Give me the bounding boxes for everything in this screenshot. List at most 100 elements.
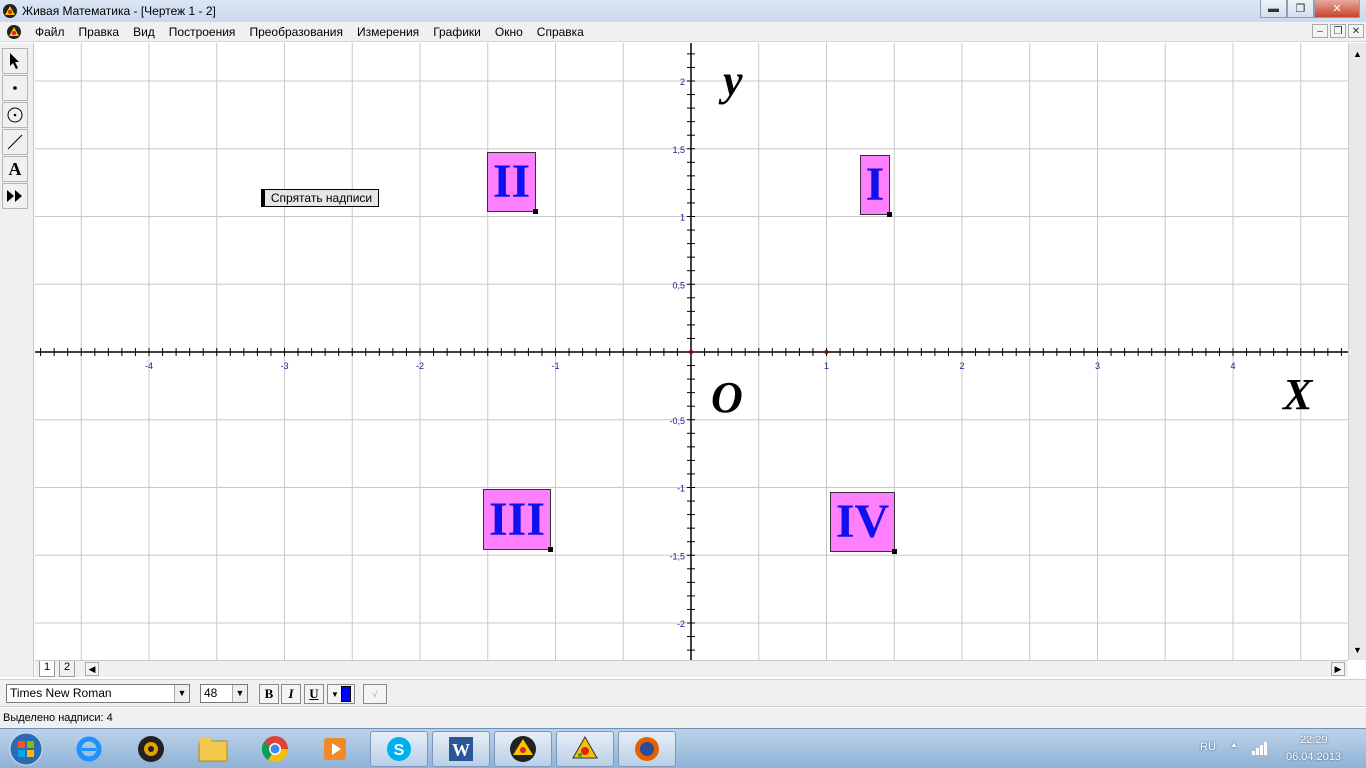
coordinate-grid: -4 -3 -2 -1 1 2 3 4 2 1,5 1 0,5 -0,5 -1 -1,5 -2 — [35, 43, 1348, 660]
y-tick-label: 0,5 — [672, 280, 685, 290]
svg-text:S: S — [394, 742, 405, 759]
taskbar-media-center[interactable] — [306, 731, 364, 767]
custom-tool[interactable] — [2, 183, 28, 209]
menu-edit[interactable]: Правка — [72, 25, 127, 39]
chevron-down-icon[interactable]: ▼ — [174, 685, 189, 702]
taskbar-gsp[interactable] — [494, 731, 552, 767]
text-color-button[interactable]: ▼ — [327, 684, 355, 704]
firefox-icon — [635, 737, 659, 761]
scroll-up-arrow-icon[interactable]: ▲ — [1349, 45, 1366, 62]
skype-icon: S — [387, 737, 411, 761]
x-tick-label: -1 — [551, 361, 559, 371]
menu-construct[interactable]: Построения — [162, 25, 243, 39]
quadrant-label-IV[interactable]: IV — [830, 492, 897, 554]
document-icon[interactable] — [6, 24, 22, 40]
unit-point — [824, 350, 829, 354]
arrow-tool[interactable] — [2, 48, 28, 74]
resize-handle[interactable] — [533, 209, 538, 214]
custom-tool-icon — [7, 190, 22, 202]
scroll-down-arrow-icon[interactable]: ▼ — [1349, 641, 1366, 658]
font-size-select[interactable]: 48 ▼ — [200, 684, 248, 703]
internet-explorer-icon — [76, 736, 102, 762]
page-tab-2[interactable]: 2 — [59, 661, 76, 677]
close-button[interactable]: ✕ — [1314, 0, 1360, 18]
svg-text:W: W — [452, 740, 470, 760]
menu-file[interactable]: Файл — [28, 25, 72, 39]
minimize-button[interactable]: ▬ — [1260, 0, 1287, 18]
x-tick-label: 3 — [1095, 361, 1100, 371]
origin-letter: O — [711, 373, 743, 422]
point-tool[interactable] — [2, 75, 28, 101]
sketch-canvas[interactable]: -4 -3 -2 -1 1 2 3 4 2 1,5 1 0,5 -0,5 -1 -1,5 -2 y O X I… — [35, 43, 1348, 660]
y-tick-label: -2 — [677, 619, 685, 629]
menu-view[interactable]: Вид — [126, 25, 162, 39]
window-title: Живая Математика - [Чертеж 1 - 2] — [22, 4, 216, 18]
menu-help[interactable]: Справка — [530, 25, 591, 39]
compass-tool[interactable] — [2, 102, 28, 128]
resize-handle[interactable] — [892, 549, 897, 554]
x-tick-label: -3 — [280, 361, 288, 371]
quadrant-label-III[interactable]: III — [483, 489, 553, 552]
straightedge-tool[interactable] — [2, 129, 28, 155]
italic-button[interactable]: I — [281, 684, 301, 704]
taskbar-explorer[interactable] — [184, 731, 242, 767]
quadrant-label-II[interactable]: II — [487, 152, 538, 214]
media-center-icon — [324, 738, 346, 760]
taskbar-media-player[interactable] — [122, 731, 180, 767]
chevron-down-icon[interactable]: ▼ — [232, 685, 247, 702]
math-format-icon[interactable]: √ — [363, 684, 387, 704]
gsp-alt-icon — [572, 735, 598, 759]
resize-handle[interactable] — [887, 212, 892, 217]
maximize-button[interactable]: ❐ — [1287, 0, 1314, 18]
taskbar-word[interactable]: W — [432, 731, 490, 767]
gsp-icon — [510, 736, 536, 762]
x-tick-label: -2 — [416, 361, 424, 371]
doc-minimize-button[interactable]: – — [1312, 24, 1328, 38]
clock-time[interactable]: 22:29 — [1300, 734, 1328, 746]
y-tick-label: 2 — [680, 77, 685, 87]
tray-arrow-icon[interactable]: ▲ — [1230, 740, 1238, 749]
text-format-bar: Times New Roman ▼ 48 ▼ B I U ▼ √ — [0, 679, 1366, 707]
bold-button[interactable]: B — [259, 684, 279, 704]
title-bar: Живая Математика - [Чертеж 1 - 2] ▬ ❐ ✕ — [0, 0, 1366, 22]
clock-date[interactable]: 06.04.2013 — [1286, 751, 1341, 763]
vertical-scrollbar[interactable]: ▲ ▼ — [1348, 43, 1366, 660]
windows-logo-icon — [9, 732, 43, 766]
doc-restore-button[interactable]: ❐ — [1330, 24, 1346, 38]
taskbar-gsp-alt[interactable] — [556, 731, 614, 767]
menu-graph[interactable]: Графики — [426, 25, 488, 39]
x-tick-label: 4 — [1230, 361, 1235, 371]
x-tick-label: 1 — [824, 361, 829, 371]
folder-icon — [198, 738, 228, 762]
underline-button[interactable]: U — [304, 684, 324, 704]
segment-icon — [7, 134, 23, 150]
menu-window[interactable]: Окно — [488, 25, 530, 39]
start-button[interactable] — [0, 731, 52, 767]
doc-close-button[interactable]: ✕ — [1348, 24, 1364, 38]
scroll-left-arrow-icon[interactable]: ◀ — [85, 662, 99, 676]
origin-point — [689, 350, 693, 354]
taskbar-chrome[interactable] — [246, 731, 304, 767]
menu-bar: Файл Правка Вид Построения Преобразовани… — [0, 22, 1366, 42]
taskbar-skype[interactable]: S — [370, 731, 428, 767]
text-icon: A — [8, 158, 22, 179]
hide-labels-button[interactable]: Спрятать надписи — [261, 189, 379, 207]
page-tab-1[interactable]: 1 — [39, 661, 56, 677]
y-axis-letter: y — [723, 56, 743, 105]
x-tick-label: 2 — [959, 361, 964, 371]
signal-icon[interactable] — [1251, 741, 1269, 755]
taskbar-firefox[interactable] — [618, 731, 676, 767]
color-swatch — [340, 686, 351, 702]
resize-handle[interactable] — [548, 547, 553, 552]
pointer-arrow-icon — [10, 53, 19, 69]
language-indicator[interactable]: RU — [1200, 741, 1216, 753]
scroll-right-arrow-icon[interactable]: ▶ — [1331, 662, 1345, 676]
chevron-down-icon: ▼ — [331, 689, 339, 699]
x-tick-label: -4 — [145, 361, 153, 371]
menu-measure[interactable]: Измерения — [350, 25, 426, 39]
menu-transform[interactable]: Преобразования — [242, 25, 350, 39]
text-tool[interactable]: A — [2, 156, 28, 182]
taskbar-ie[interactable] — [60, 731, 118, 767]
quadrant-label-I[interactable]: I — [860, 155, 892, 217]
font-family-select[interactable]: Times New Roman ▼ — [6, 684, 190, 703]
